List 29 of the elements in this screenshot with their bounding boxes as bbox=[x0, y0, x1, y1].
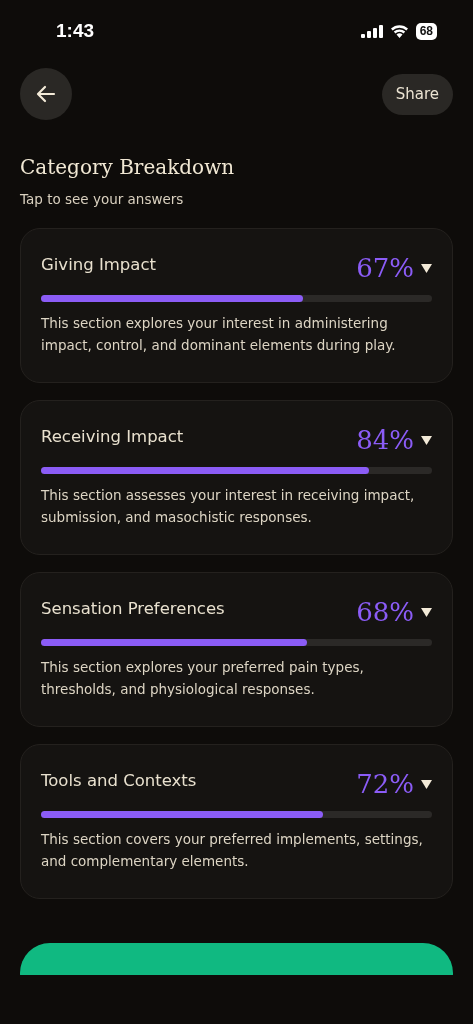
category-description: This section assesses your interest in receiving impact, submission, and masochistic responses. bbox=[41, 486, 416, 527]
category-card[interactable]: Tools and Contexts 72% This section covers your preferred implements, settings, and complementary elements. bbox=[20, 744, 453, 899]
category-name: Receiving Impact bbox=[41, 426, 185, 446]
category-percent: 72% bbox=[356, 769, 414, 799]
battery-indicator: 68 bbox=[415, 22, 437, 40]
category-percent: 68% bbox=[356, 597, 414, 627]
category-name: Giving Impact bbox=[41, 254, 157, 274]
caret-icon[interactable] bbox=[421, 263, 432, 273]
caret-icon[interactable] bbox=[421, 607, 432, 617]
status-time: 1:43 bbox=[56, 20, 95, 42]
category-card[interactable]: Sensation Preferences 68% This section explores your preferred pain types, thresholds, and physiological responses. bbox=[20, 572, 453, 727]
category-name: Tools and Contexts bbox=[41, 770, 198, 790]
category-description: This section covers your preferred implements, settings, and complementary elements. bbox=[41, 830, 424, 871]
caret-icon[interactable] bbox=[421, 435, 432, 445]
signal-icon bbox=[360, 24, 383, 38]
category-percent: 84% bbox=[356, 425, 414, 455]
page-subtitle: Tap to see your answers bbox=[20, 191, 185, 207]
page-title: Category Breakdown bbox=[20, 155, 236, 179]
back-button[interactable] bbox=[20, 68, 72, 120]
category-name: Sensation Preferences bbox=[41, 598, 226, 618]
category-description: This section explores your preferred pain types, thresholds, and physiological responses. bbox=[41, 658, 365, 699]
caret-icon[interactable] bbox=[421, 779, 432, 789]
category-description: This section explores your interest in administering impact, control, and dominant elements during play. bbox=[41, 314, 397, 355]
wifi-icon bbox=[389, 24, 409, 38]
category-percent: 67% bbox=[356, 253, 414, 283]
category-card[interactable]: Giving Impact 67% This section explores your interest in administering impact, control, and dominant elements during play. bbox=[20, 228, 453, 383]
share-button[interactable]: Share bbox=[381, 73, 453, 115]
back-arrow-icon bbox=[36, 85, 56, 103]
category-card[interactable]: Receiving Impact 84% This section assesses your interest in receiving impact, submission, and masochistic responses. bbox=[20, 400, 453, 555]
